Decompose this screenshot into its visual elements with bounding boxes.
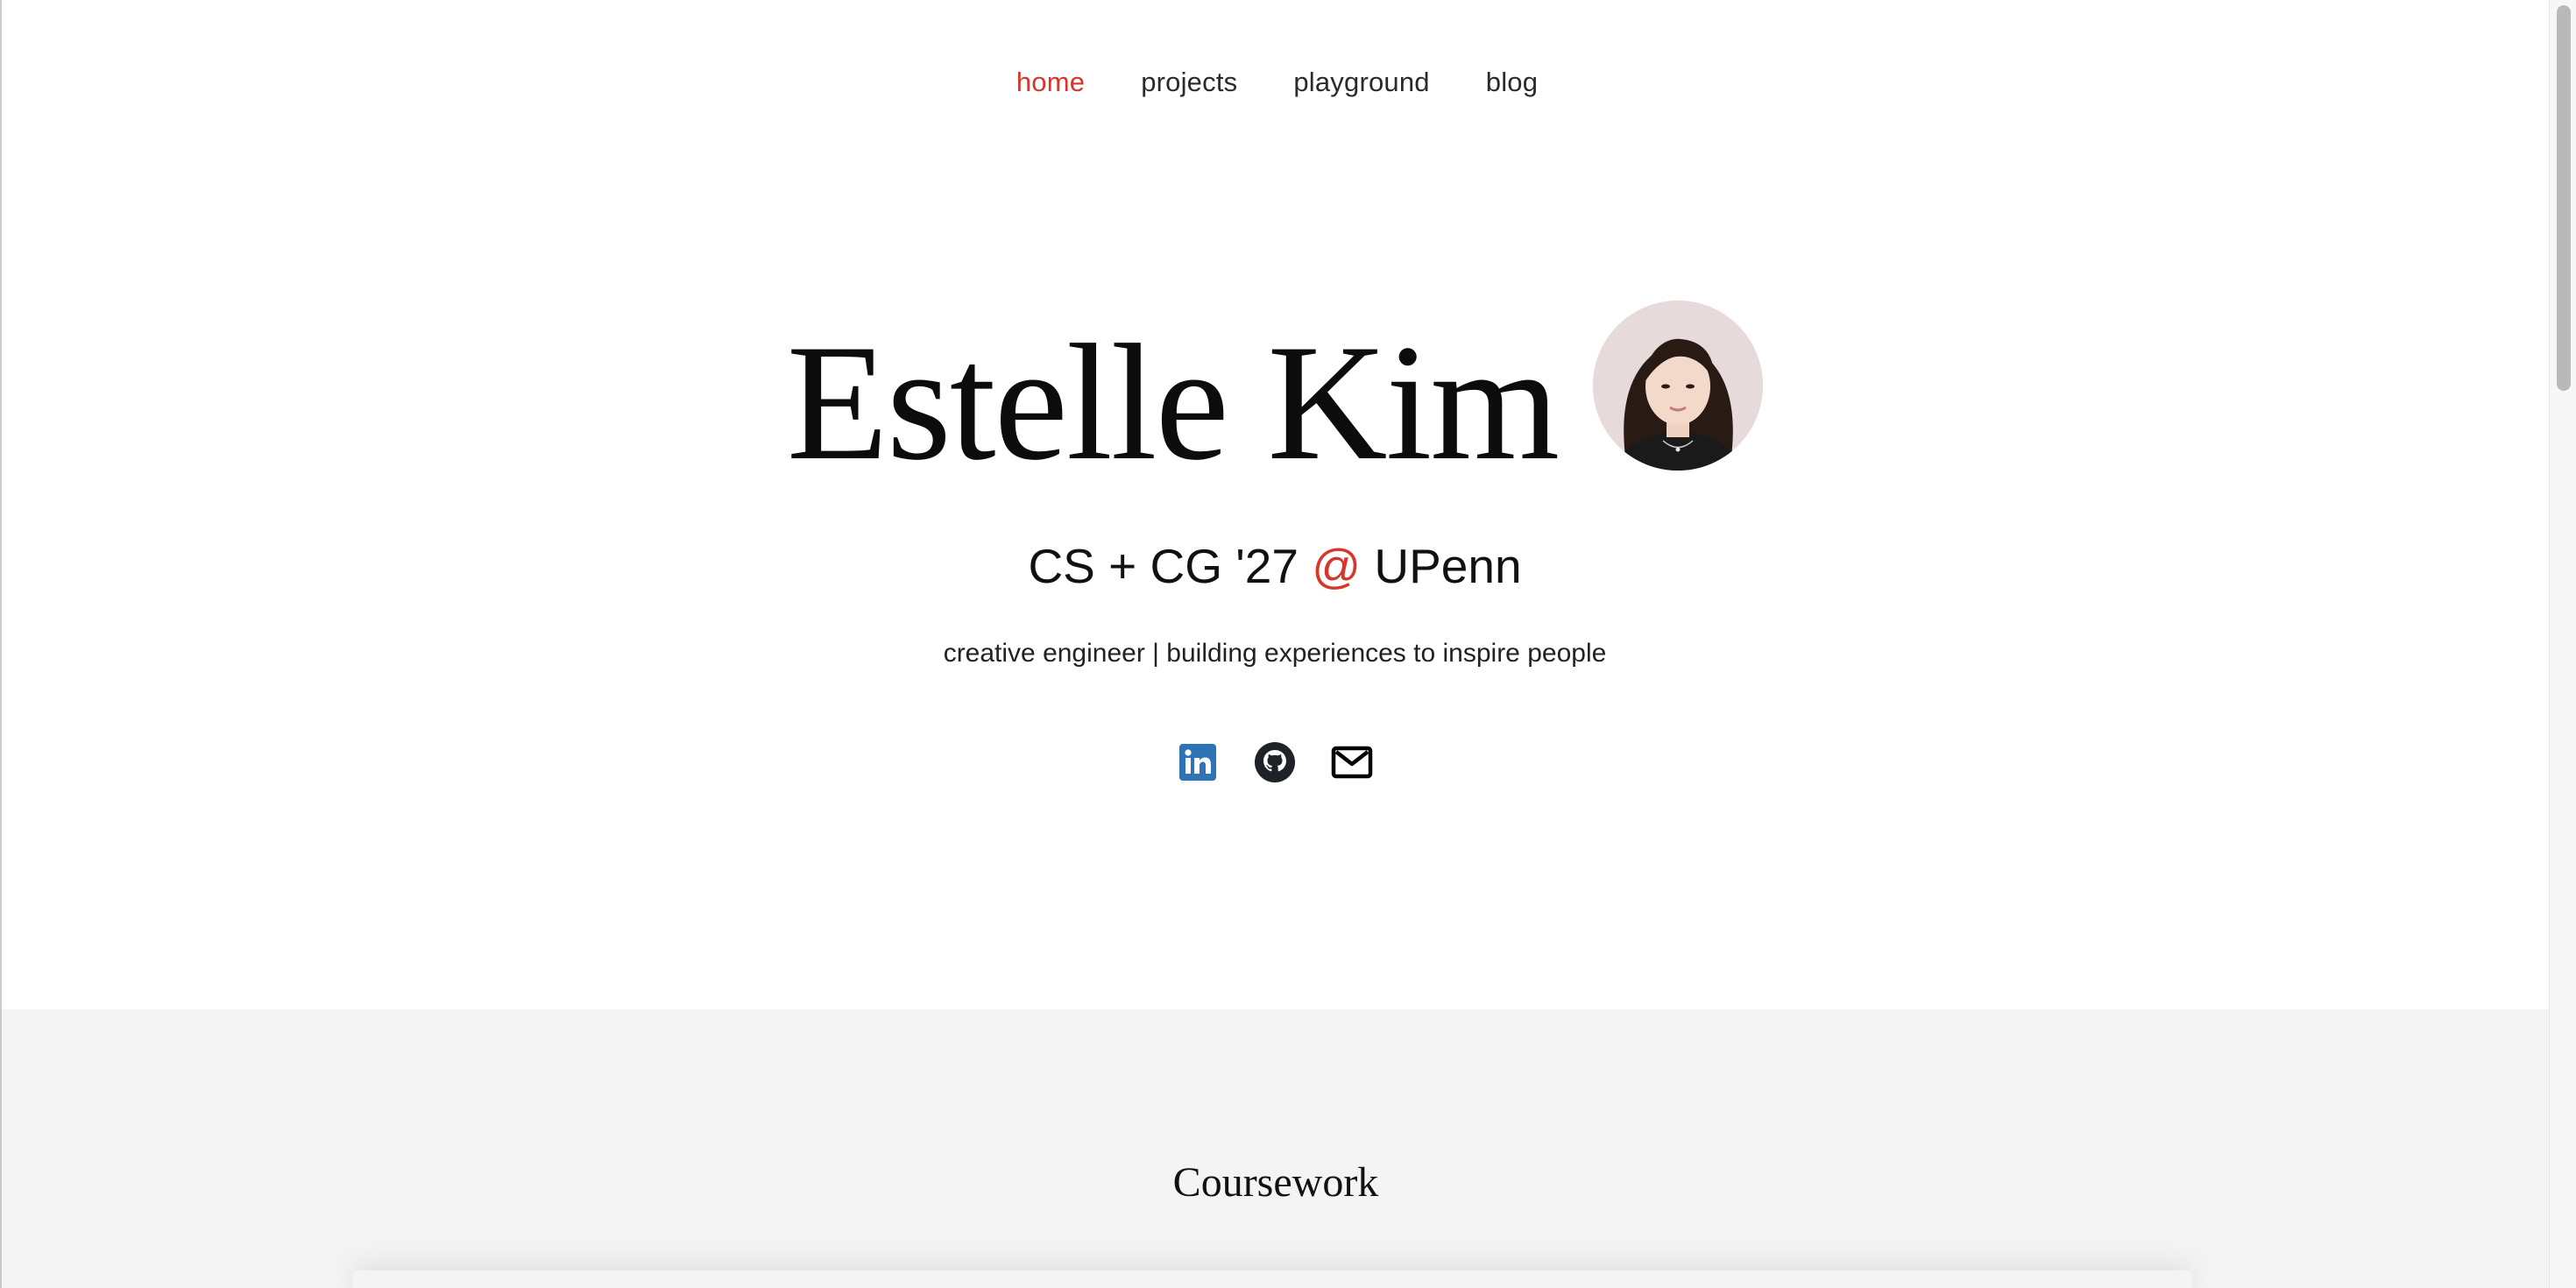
nav-home[interactable]: home	[1016, 67, 1085, 98]
page: home projects playground blog Estelle Ki…	[0, 0, 2576, 1288]
top-nav: home projects playground blog	[0, 67, 2550, 98]
subtitle-prefix: CS + CG '27	[1028, 539, 1313, 593]
subtitle-at: @	[1312, 539, 1362, 593]
mail-icon	[1331, 746, 1373, 779]
coursework-title: Coursework	[1172, 1159, 1379, 1206]
coursework-card	[352, 1270, 2192, 1288]
scrollbar[interactable]	[2549, 0, 2576, 1288]
hero-header: Estelle Kim	[0, 301, 2550, 495]
avatar-portrait	[1593, 301, 1764, 471]
social-links	[0, 741, 2550, 783]
nav-playground[interactable]: playground	[1293, 67, 1429, 98]
nav-blog[interactable]: blog	[1486, 67, 1538, 98]
coursework-section: Coursework	[2, 1009, 2550, 1288]
scrollbar-thumb[interactable]	[2557, 5, 2571, 391]
linkedin-link[interactable]	[1177, 741, 1219, 783]
nav-projects[interactable]: projects	[1141, 67, 1237, 98]
email-link[interactable]	[1331, 741, 1373, 783]
github-icon	[1255, 742, 1295, 782]
github-link[interactable]	[1254, 741, 1296, 783]
hero-subtitle: CS + CG '27 @ UPenn	[0, 538, 2550, 594]
linkedin-icon	[1179, 744, 1216, 781]
hero-tagline: creative engineer | building experiences…	[943, 639, 1607, 668]
avatar	[1593, 301, 1764, 471]
hero-name: Estelle Kim	[786, 311, 1560, 495]
subtitle-suffix: UPenn	[1361, 539, 1522, 593]
